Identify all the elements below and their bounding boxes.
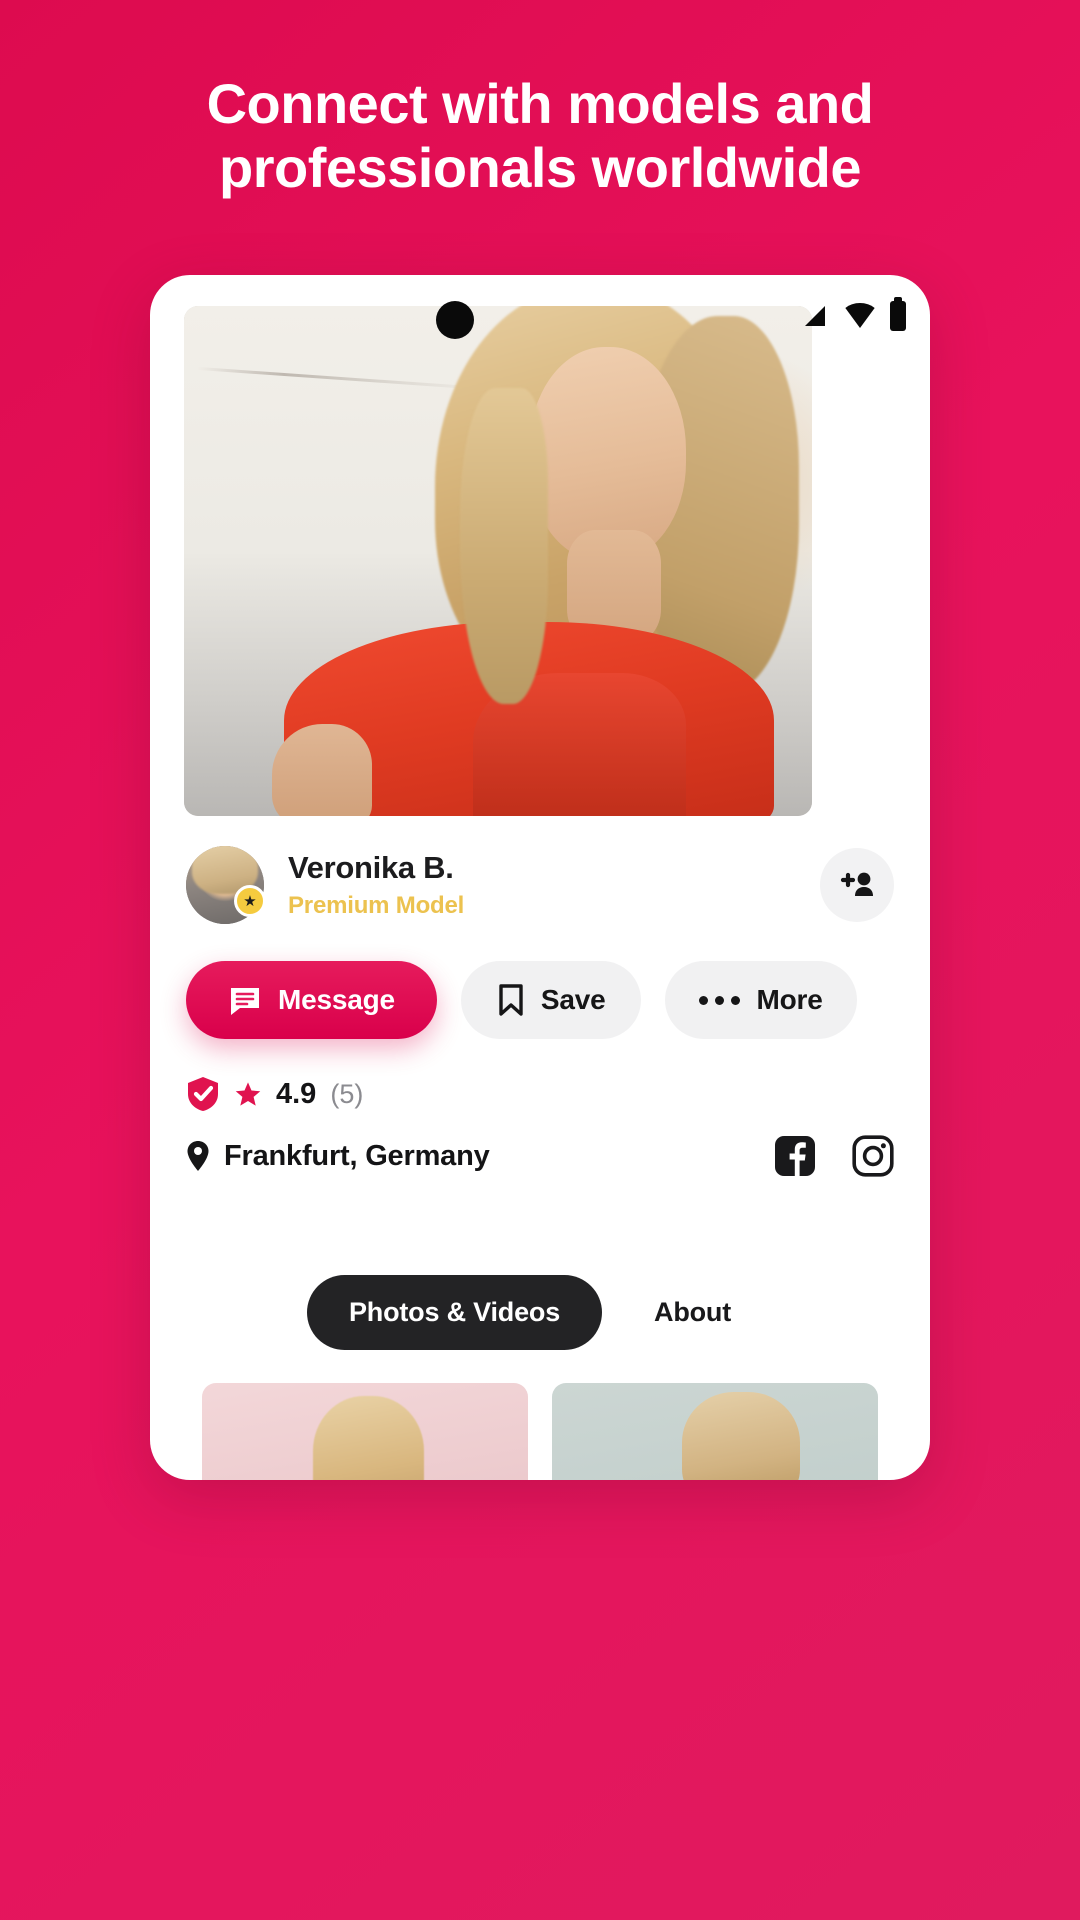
more-button-label: More bbox=[756, 984, 823, 1015]
ellipsis-icon bbox=[699, 995, 741, 1005]
profile-name-block: Veronika B. Premium Model bbox=[288, 850, 464, 920]
tab-about[interactable]: About bbox=[612, 1275, 773, 1350]
chat-bubble-icon bbox=[231, 988, 259, 1015]
instagram-icon[interactable] bbox=[852, 1135, 894, 1177]
hero-cover-photo[interactable] bbox=[184, 306, 812, 816]
gallery-item-2[interactable] bbox=[552, 1383, 878, 1480]
message-button[interactable]: Message bbox=[186, 961, 437, 1039]
battery-icon bbox=[890, 297, 906, 331]
tab-about-label: About bbox=[654, 1297, 731, 1327]
phone-mockup: ★ Veronika B. Premium Model Message Save… bbox=[150, 275, 930, 1480]
content-tabs: Photos & Videos About bbox=[150, 1275, 930, 1350]
model-arm bbox=[271, 724, 373, 816]
save-button-label: Save bbox=[540, 984, 606, 1015]
rating-row: 4.9 (5) bbox=[186, 1075, 894, 1113]
star-badge-icon: ★ bbox=[234, 885, 266, 917]
review-count: (5) bbox=[330, 1078, 364, 1109]
profile-name: Veronika B. bbox=[288, 850, 454, 885]
add-person-icon bbox=[840, 872, 873, 896]
map-pin-icon bbox=[187, 1141, 209, 1171]
shield-check-icon bbox=[188, 1077, 218, 1111]
wifi-icon bbox=[845, 303, 875, 328]
headline-line-1: Connect with models and bbox=[206, 72, 874, 135]
photo-gallery bbox=[202, 1383, 878, 1480]
star-icon bbox=[235, 1082, 261, 1106]
model-face bbox=[529, 346, 687, 561]
action-button-row: Message Save More bbox=[186, 961, 894, 1039]
profile-tier-label: Premium Model bbox=[288, 892, 465, 919]
message-button-label: Message bbox=[278, 984, 395, 1015]
facebook-icon[interactable] bbox=[774, 1135, 816, 1177]
headline-line-2: professionals worldwide bbox=[219, 135, 861, 199]
save-button[interactable]: Save bbox=[460, 961, 642, 1039]
tab-photos-videos-label: Photos & Videos bbox=[348, 1297, 561, 1327]
page-headline: Connect with models and professionals wo… bbox=[0, 72, 1080, 200]
add-person-button[interactable] bbox=[820, 848, 894, 922]
camera-punch-hole-icon bbox=[436, 301, 474, 339]
location-text: Frankfurt, Germany bbox=[224, 1139, 490, 1172]
signal-icon bbox=[805, 306, 825, 326]
bookmark-icon bbox=[499, 984, 523, 1016]
more-button[interactable]: More bbox=[665, 961, 857, 1039]
profile-meta-block: 4.9 (5) Frankfurt, Germany bbox=[186, 1075, 894, 1177]
status-bar-icons bbox=[800, 297, 906, 331]
gallery-item-1[interactable] bbox=[202, 1383, 528, 1480]
model-hair-front-strand bbox=[460, 387, 549, 704]
tab-photos-videos[interactable]: Photos & Videos bbox=[306, 1275, 603, 1350]
location-row: Frankfurt, Germany bbox=[186, 1135, 894, 1177]
profile-header-row: ★ Veronika B. Premium Model bbox=[186, 837, 894, 933]
rating-value: 4.9 bbox=[276, 1077, 317, 1110]
social-links bbox=[774, 1135, 894, 1177]
